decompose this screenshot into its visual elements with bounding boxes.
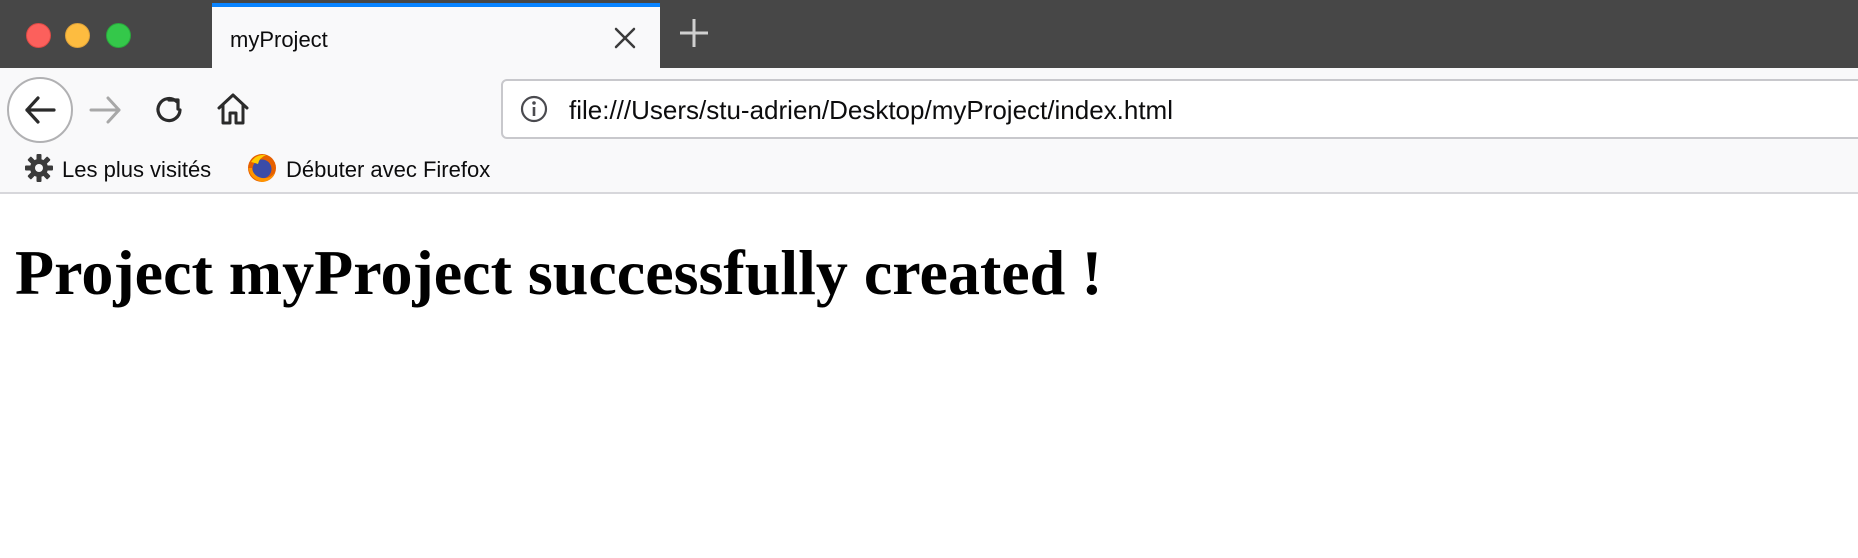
navigation-toolbar: file:///Users/stu-adrien/Desktop/myProje… xyxy=(0,68,1858,148)
bookmark-getting-started[interactable]: Débuter avec Firefox xyxy=(246,152,491,189)
home-icon[interactable] xyxy=(215,91,251,127)
bookmark-label: Débuter avec Firefox xyxy=(286,157,491,182)
arrow-right-icon[interactable] xyxy=(88,92,124,128)
gear-icon xyxy=(24,153,54,188)
tab-active[interactable]: myProject xyxy=(212,3,660,68)
reload-icon[interactable] xyxy=(152,92,188,128)
page-heading: Project myProject successfully created ! xyxy=(15,237,1103,308)
bookmark-label: Les plus visités xyxy=(62,157,212,182)
window-close-button[interactable] xyxy=(26,23,51,48)
url-text[interactable]: file:///Users/stu-adrien/Desktop/myProje… xyxy=(569,95,1173,126)
window-minimize-button[interactable] xyxy=(65,23,90,48)
bookmark-most-visited[interactable]: Les plus visités xyxy=(24,153,212,188)
plus-icon[interactable] xyxy=(676,15,712,51)
url-bar[interactable]: file:///Users/stu-adrien/Desktop/myProje… xyxy=(501,79,1858,139)
firefox-icon xyxy=(246,152,278,189)
back-button[interactable] xyxy=(7,77,73,143)
tab-title: myProject xyxy=(230,27,328,52)
window-maximize-button[interactable] xyxy=(106,23,131,48)
bookmarks-toolbar: Les plus visités Débuter avec Firefox xyxy=(0,148,1858,194)
info-icon[interactable] xyxy=(519,94,549,124)
close-icon[interactable] xyxy=(612,25,638,51)
page-content: Project myProject successfully created ! xyxy=(0,196,1858,558)
tab-bar: myProject xyxy=(0,0,1858,68)
